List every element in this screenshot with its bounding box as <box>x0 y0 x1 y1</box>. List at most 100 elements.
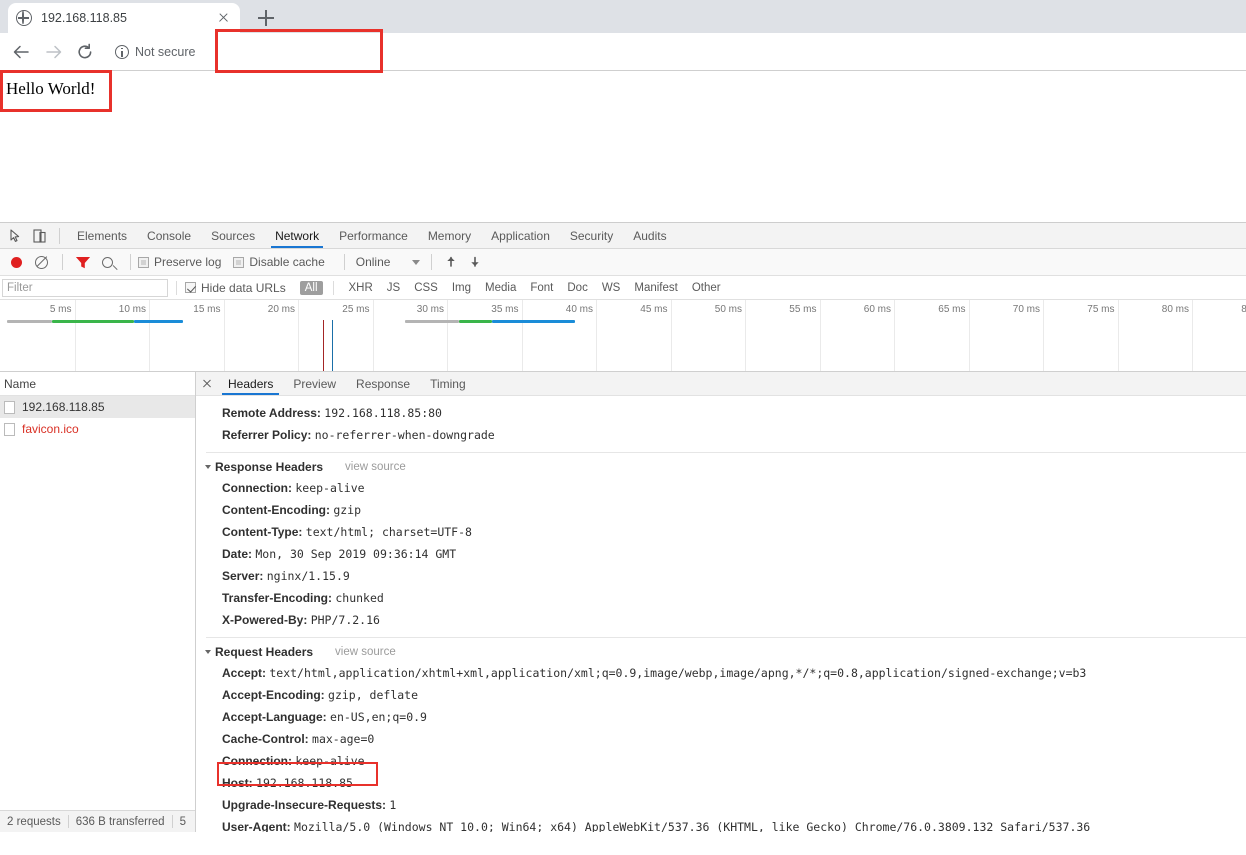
reload-icon[interactable] <box>76 43 94 61</box>
column-header-name: Name <box>4 377 36 391</box>
tab-memory[interactable]: Memory <box>418 223 481 248</box>
toggle-device-toolbar-icon[interactable] <box>28 224 52 248</box>
type-filter-js[interactable]: JS <box>382 281 405 295</box>
disable-cache-checkbox[interactable]: Disable cache <box>233 255 324 269</box>
type-filter-other[interactable]: Other <box>687 281 726 295</box>
view-source-link[interactable]: view source <box>345 461 406 473</box>
tab-response[interactable]: Response <box>346 372 420 395</box>
timeline-gridline <box>373 300 374 372</box>
upload-arrow-icon[interactable] <box>444 255 458 269</box>
timeline-tick-label: 25 ms <box>342 304 372 315</box>
timeline-gridline <box>820 300 821 372</box>
tab-headers[interactable]: Headers <box>218 372 283 395</box>
info-circle-icon <box>115 45 129 59</box>
tab-audits[interactable]: Audits <box>623 223 676 248</box>
type-filter-manifest[interactable]: Manifest <box>629 281 682 295</box>
tab-label: Performance <box>339 229 408 243</box>
type-filter-css[interactable]: CSS <box>409 281 443 295</box>
header-value: no-referrer-when-downgrade <box>315 428 495 442</box>
type-filter-xhr[interactable]: XHR <box>344 281 378 295</box>
tab-performance[interactable]: Performance <box>329 223 418 248</box>
type-filter-label: Media <box>485 282 516 294</box>
header-value: 1 <box>389 798 396 812</box>
timeline-gridline <box>596 300 597 372</box>
tab-label: Audits <box>633 229 666 243</box>
tab-console[interactable]: Console <box>137 223 201 248</box>
type-filter-ws[interactable]: WS <box>597 281 626 295</box>
timeline-gridline <box>1043 300 1044 372</box>
request-headers-section-toggle[interactable]: Request Headers view source <box>196 642 1246 662</box>
view-source-link[interactable]: view source <box>335 646 396 658</box>
preserve-log-checkbox[interactable]: Preserve log <box>138 255 221 269</box>
type-filter-img[interactable]: Img <box>447 281 476 295</box>
forward-arrow-icon[interactable] <box>45 43 63 61</box>
new-tab-button[interactable] <box>252 6 280 30</box>
record-icon[interactable] <box>11 257 22 268</box>
load-event-marker <box>332 320 333 372</box>
header-row: Host: 192.168.118.85 <box>196 772 1246 794</box>
timeline-gridline <box>522 300 523 372</box>
header-key: Connection: <box>222 754 292 768</box>
type-filter-font[interactable]: Font <box>525 281 558 295</box>
tab-preview[interactable]: Preview <box>283 372 346 395</box>
toolbar-divider <box>130 254 131 270</box>
header-value: keep-alive <box>295 754 364 768</box>
header-key: Date: <box>222 547 252 561</box>
type-filter-media[interactable]: Media <box>480 281 521 295</box>
tab-timing[interactable]: Timing <box>420 372 476 395</box>
header-key: Upgrade-Insecure-Requests: <box>222 798 386 812</box>
detail-tabbar: Headers Preview Response Timing <box>196 372 1246 396</box>
back-arrow-icon[interactable] <box>12 43 30 61</box>
hide-data-urls-checkbox[interactable]: Hide data URLs <box>185 281 286 295</box>
header-value: Mozilla/5.0 (Windows NT 10.0; Win64; x64… <box>294 820 1090 833</box>
tab-application[interactable]: Application <box>481 223 560 248</box>
request-list-header: Name <box>0 372 195 396</box>
table-row[interactable]: 192.168.118.85 <box>0 396 195 418</box>
browser-tab[interactable]: 192.168.118.85 <box>8 3 240 33</box>
filter-input[interactable]: Filter <box>2 279 168 297</box>
type-filter-all[interactable]: All <box>300 281 323 295</box>
network-overview-timeline[interactable]: 5 ms10 ms15 ms20 ms25 ms30 ms35 ms40 ms4… <box>0 300 1246 372</box>
header-row: User-Agent: Mozilla/5.0 (Windows NT 10.0… <box>196 816 1246 832</box>
tab-network[interactable]: Network <box>265 223 329 248</box>
request-list: Name 192.168.118.85 favicon.ico 2 reques… <box>0 372 196 832</box>
throttling-dropdown[interactable]: Online <box>352 255 425 269</box>
header-value: nginx/1.15.9 <box>267 569 350 583</box>
header-key: Content-Type: <box>222 525 302 539</box>
tab-security[interactable]: Security <box>560 223 623 248</box>
section-divider <box>206 637 1246 638</box>
request-bar-segment <box>134 320 183 323</box>
timeline-tick-label: 70 ms <box>1013 304 1043 315</box>
tab-sources[interactable]: Sources <box>201 223 265 248</box>
security-indicator[interactable]: Not secure <box>115 43 195 61</box>
type-filter-label: Doc <box>567 282 587 294</box>
filter-funnel-icon[interactable] <box>76 256 90 269</box>
clear-icon[interactable] <box>35 256 48 269</box>
response-headers-section-toggle[interactable]: Response Headers view source <box>196 457 1246 477</box>
header-row: Transfer-Encoding: chunked <box>196 587 1246 609</box>
search-icon[interactable] <box>102 257 113 268</box>
type-filter-label: All <box>305 282 318 294</box>
header-key: X-Powered-By: <box>222 613 307 627</box>
header-row: Accept-Encoding: gzip, deflate <box>196 684 1246 706</box>
timeline-tick-label: 30 ms <box>417 304 447 315</box>
table-row[interactable]: favicon.ico <box>0 418 195 440</box>
timeline-tick-label: 60 ms <box>864 304 894 315</box>
download-arrow-icon[interactable] <box>468 255 482 269</box>
tab-label: Application <box>491 229 550 243</box>
tab-elements[interactable]: Elements <box>67 223 137 248</box>
timeline-tick-label: 50 ms <box>715 304 745 315</box>
toolbar-divider <box>344 254 345 270</box>
header-value: gzip <box>333 503 361 517</box>
tab-title: 192.168.118.85 <box>41 11 214 25</box>
close-icon[interactable] <box>196 373 218 395</box>
timeline-tick-label: 20 ms <box>268 304 298 315</box>
request-name: 192.168.118.85 <box>22 400 105 414</box>
type-filter-label: Font <box>530 282 553 294</box>
type-filter-doc[interactable]: Doc <box>562 281 592 295</box>
header-value: chunked <box>335 591 383 605</box>
globe-icon <box>16 10 32 26</box>
toolbar-divider <box>431 254 432 270</box>
inspect-element-icon[interactable] <box>4 224 28 248</box>
close-icon[interactable] <box>214 9 232 27</box>
